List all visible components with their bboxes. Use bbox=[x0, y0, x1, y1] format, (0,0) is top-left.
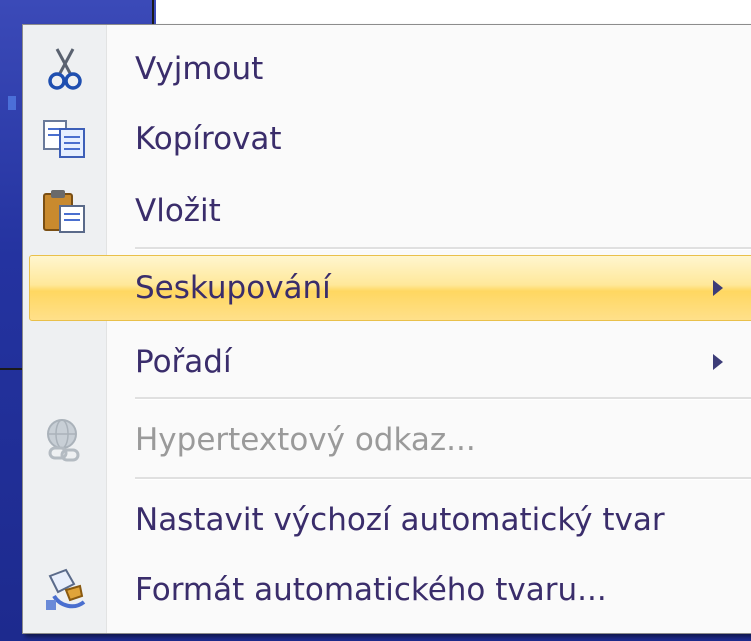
paste-icon bbox=[35, 181, 95, 241]
menu-item-label: Hypertextový odkaz... bbox=[135, 422, 476, 458]
context-menu: Vyjmout Kopírovat Vložit Seskupování Poř… bbox=[22, 24, 751, 634]
menu-item-cut[interactable]: Vyjmout bbox=[23, 39, 751, 99]
submenu-arrow-icon bbox=[713, 280, 723, 296]
document-area bbox=[156, 0, 751, 26]
menu-item-order[interactable]: Pořadí bbox=[23, 331, 751, 393]
menu-item-set-default-shape[interactable]: Nastavit výchozí automatický tvar bbox=[23, 489, 751, 551]
menu-item-label: Pořadí bbox=[135, 344, 232, 380]
menu-item-label: Vložit bbox=[135, 193, 221, 229]
menu-item-paste[interactable]: Vložit bbox=[23, 181, 751, 241]
menu-item-label: Kopírovat bbox=[135, 121, 282, 157]
menu-item-label: Seskupování bbox=[135, 270, 331, 306]
menu-item-grouping[interactable]: Seskupování bbox=[23, 257, 751, 319]
copy-icon bbox=[35, 109, 95, 169]
menu-item-hyperlink: Hypertextový odkaz... bbox=[23, 409, 751, 471]
hyperlink-icon bbox=[35, 410, 95, 470]
submenu-arrow-icon bbox=[713, 354, 723, 370]
scissors-icon bbox=[35, 39, 95, 99]
menu-item-label: Nastavit výchozí automatický tvar bbox=[135, 502, 665, 538]
menu-item-label: Formát automatického tvaru... bbox=[135, 572, 607, 608]
menu-item-copy[interactable]: Kopírovat bbox=[23, 109, 751, 169]
menu-item-format-shape[interactable]: Formát automatického tvaru... bbox=[23, 559, 751, 621]
shape-outline-line bbox=[0, 368, 22, 370]
selection-handle[interactable] bbox=[8, 96, 16, 110]
menu-separator bbox=[135, 247, 751, 250]
menu-separator bbox=[135, 477, 751, 480]
format-shape-icon bbox=[35, 560, 95, 620]
menu-item-label: Vyjmout bbox=[135, 51, 264, 87]
menu-separator bbox=[135, 397, 751, 400]
